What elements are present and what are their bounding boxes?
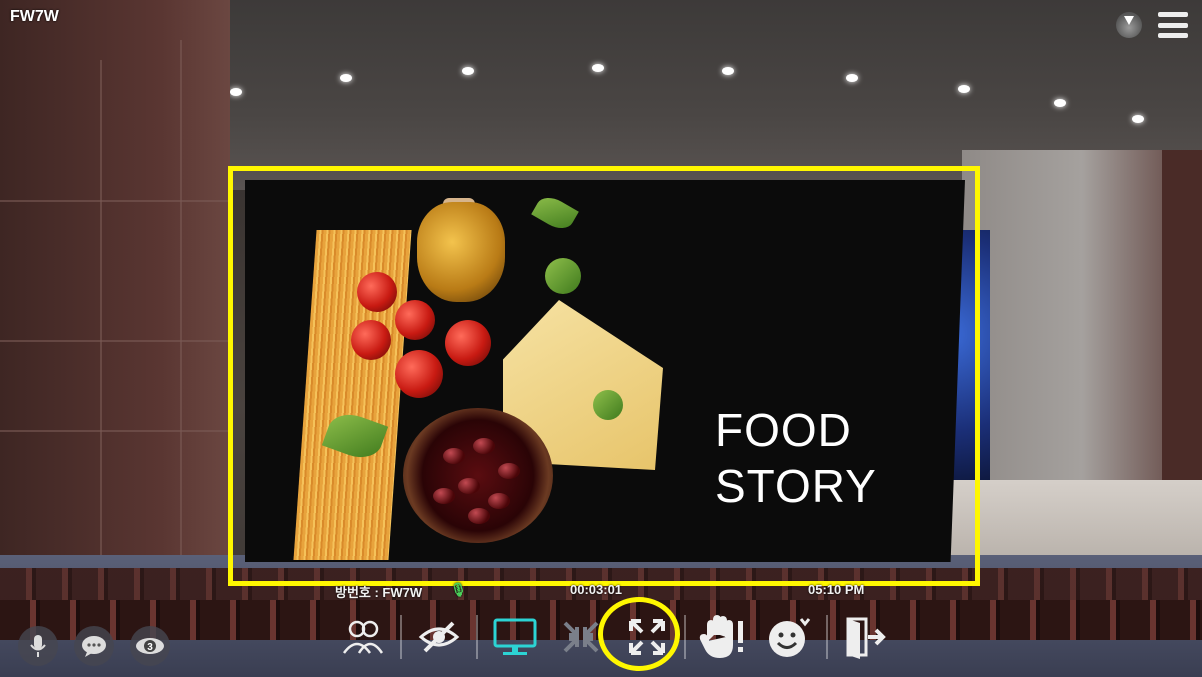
ceiling-light	[1054, 99, 1066, 107]
ceiling-light	[1132, 115, 1144, 123]
clock-label: 05:10 PM	[808, 582, 865, 597]
toolbar-divider	[476, 615, 478, 659]
left-controls: 3	[18, 626, 170, 666]
hide-button[interactable]	[406, 609, 472, 665]
screen-share-button[interactable]	[482, 609, 548, 665]
exit-door-icon	[846, 617, 886, 659]
ceiling-light	[722, 67, 734, 75]
emoji-button[interactable]	[756, 609, 822, 665]
ceiling-light	[462, 67, 474, 75]
ceiling-light	[340, 74, 352, 82]
shrink-button[interactable]	[548, 609, 614, 665]
toolbar-divider	[684, 615, 686, 659]
ceiling-light	[958, 85, 970, 93]
speaker-mic-icon: 🎙	[450, 582, 467, 597]
chat-icon[interactable]	[74, 626, 114, 666]
screen-highlight-frame	[228, 166, 980, 586]
eye-count-icon[interactable]: 3	[130, 626, 170, 666]
eye-slash-icon	[418, 621, 460, 653]
toolbar-divider	[400, 615, 402, 659]
expand-icon	[629, 619, 665, 655]
ceiling-light	[846, 74, 858, 82]
room-number-label: 방번호 : FW7W	[335, 585, 423, 600]
right-wall-panel	[1162, 150, 1202, 490]
monitor-icon	[493, 618, 537, 655]
viewer-count: 3	[147, 642, 153, 653]
participants-button[interactable]	[330, 609, 396, 665]
smile-icon	[769, 618, 811, 657]
hand-raise-icon	[699, 615, 743, 659]
raise-hand-button[interactable]	[690, 609, 756, 665]
toolbar-divider	[826, 615, 828, 659]
ceiling-light	[230, 88, 242, 96]
top-right-controls	[1116, 12, 1188, 38]
collapse-icon	[563, 621, 599, 653]
menu-icon[interactable]	[1158, 12, 1188, 38]
ceiling-light	[592, 64, 604, 72]
exit-button[interactable]	[832, 609, 898, 665]
main-toolbar	[330, 608, 898, 666]
fullscreen-button[interactable]	[614, 609, 680, 665]
status-bar: 방번호 : FW7W 🎙 00:03:01 05:10 PM	[0, 582, 1202, 604]
microphone-icon[interactable]	[18, 626, 58, 666]
compass-icon[interactable]	[1116, 12, 1142, 38]
room-code-label: FW7W	[10, 8, 59, 25]
people-icon	[342, 620, 384, 654]
auditorium-scene: FOOD STORY	[0, 0, 1202, 677]
left-wall	[0, 0, 230, 600]
elapsed-timer: 00:03:01	[570, 582, 623, 597]
